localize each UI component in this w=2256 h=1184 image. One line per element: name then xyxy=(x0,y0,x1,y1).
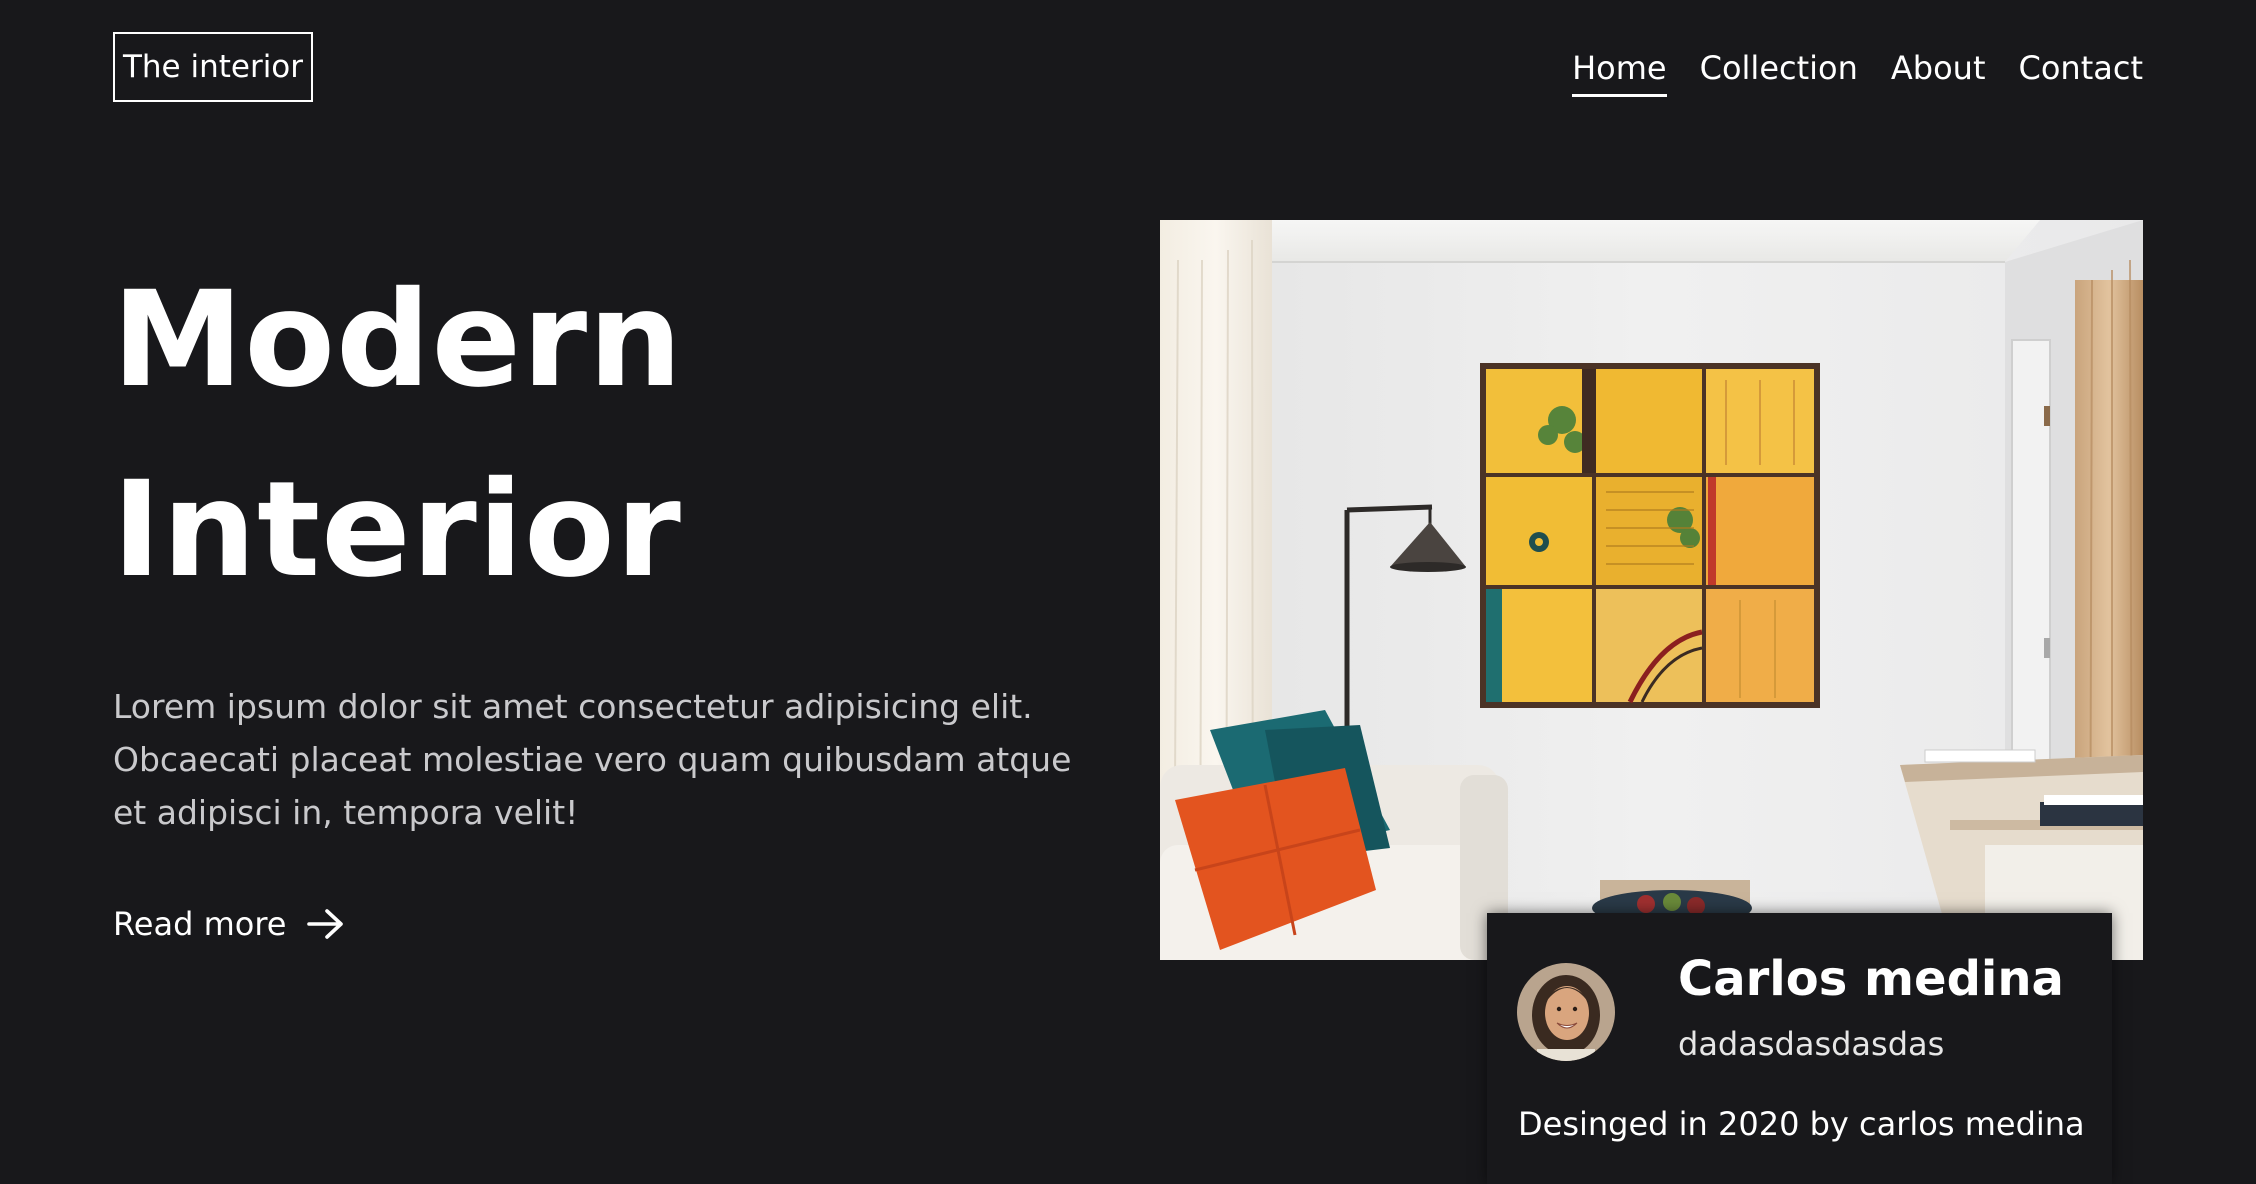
site-logo[interactable]: The interior xyxy=(113,32,313,102)
arrow-right-icon xyxy=(306,907,346,941)
nav-about[interactable]: About xyxy=(1891,46,1986,94)
design-credit: Desinged in 2020 by carlos medina xyxy=(1518,1105,2085,1143)
hero-title-line-1: Modern xyxy=(112,263,684,417)
hero-image xyxy=(1160,220,2143,960)
read-more-link[interactable]: Read more xyxy=(113,905,346,943)
hero-title: Modern Interior xyxy=(112,245,832,625)
main-nav: Home Collection About Contact xyxy=(1572,46,2143,97)
avatar xyxy=(1517,963,1615,1061)
read-more-label: Read more xyxy=(113,905,287,943)
hero-title-line-2: Interior xyxy=(112,453,682,607)
nav-collection[interactable]: Collection xyxy=(1700,46,1858,94)
designer-name: Carlos medina xyxy=(1678,951,2064,1007)
designer-card: Carlos medina dadasdasdasdas Desinged in… xyxy=(1487,913,2112,1184)
hero-description: Lorem ipsum dolor sit amet consectetur a… xyxy=(113,687,1072,832)
designer-subtitle: dadasdasdasdas xyxy=(1678,1025,1945,1063)
nav-contact[interactable]: Contact xyxy=(2019,46,2144,94)
nav-home[interactable]: Home xyxy=(1572,46,1667,97)
